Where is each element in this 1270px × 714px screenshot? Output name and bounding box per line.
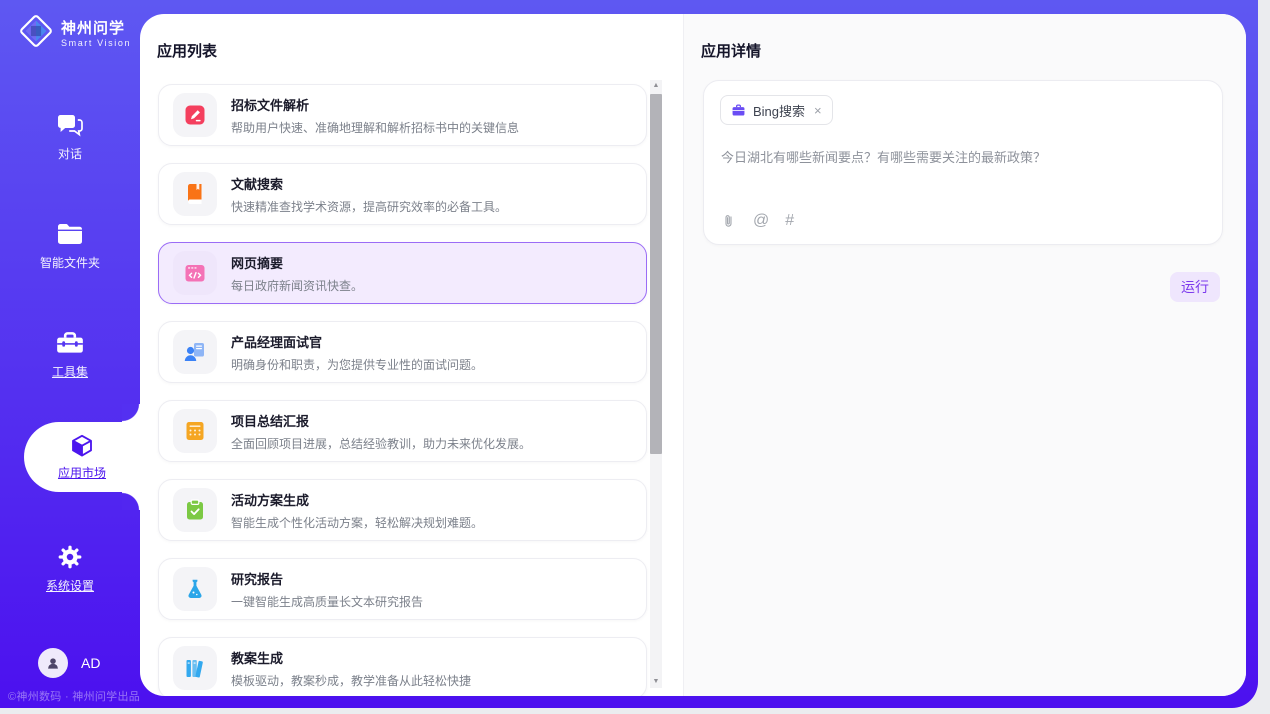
app-card-text: 网页摘要每日政府新闻资讯快查。 (231, 253, 363, 294)
sidebar-item-label: 应用市场 (58, 464, 106, 481)
app-card[interactable]: 教案生成模板驱动，教案秒成，教学准备从此轻松快捷 (158, 637, 647, 696)
research-flask-icon (173, 567, 217, 611)
chat-icon (0, 112, 140, 140)
app-card-text: 招标文件解析帮助用户快速、准确地理解和解析招标书中的关键信息 (231, 95, 519, 136)
sidebar-item-label: 工具集 (0, 363, 140, 380)
toolbox-icon (0, 330, 140, 358)
hash-icon[interactable]: # (785, 211, 794, 230)
app-card-title: 产品经理面试官 (231, 332, 483, 351)
interviewer-icon (173, 330, 217, 374)
avatar (38, 648, 68, 678)
app-card-title: 研究报告 (231, 569, 423, 588)
app-card-desc: 帮助用户快速、准确地理解和解析招标书中的关键信息 (231, 119, 519, 136)
app-card-text: 项目总结汇报全面回顾项目进展，总结经验教训，助力未来优化发展。 (231, 411, 531, 452)
app-card[interactable]: 项目总结汇报全面回顾项目进展，总结经验教训，助力未来优化发展。 (158, 400, 647, 462)
app-card-text: 活动方案生成智能生成个性化活动方案，轻松解决规划难题。 (231, 490, 483, 531)
sidebar-item-toolset[interactable]: 工具集 (0, 330, 140, 380)
at-icon[interactable]: @ (753, 211, 769, 230)
app-card-desc: 全面回顾项目进展，总结经验教训，助力未来优化发展。 (231, 435, 531, 452)
user-initials: AD (81, 655, 100, 671)
app-card-list: 招标文件解析帮助用户快速、准确地理解和解析招标书中的关键信息文献搜索快速精准查找… (158, 84, 647, 696)
cube-icon (69, 433, 95, 461)
app-list-title: 应用列表 (157, 40, 217, 61)
app-card-text: 教案生成模板驱动，教案秒成，教学准备从此轻松快捷 (231, 648, 471, 689)
app-card[interactable]: 网页摘要每日政府新闻资讯快查。 (158, 242, 647, 304)
webpage-code-icon (173, 251, 217, 295)
app-window: 神州问学 Smart Vision 对话智能文件夹工具集应用市场系统设置 AD … (0, 0, 1258, 708)
main-content: 应用列表 招标文件解析帮助用户快速、准确地理解和解析招标书中的关键信息文献搜索快… (140, 14, 1246, 696)
clipboard-check-icon (173, 488, 217, 532)
books-icon (173, 646, 217, 690)
app-card-title: 项目总结汇报 (231, 411, 531, 430)
briefcase-icon (731, 103, 746, 118)
app-card-desc: 智能生成个性化活动方案，轻松解决规划难题。 (231, 514, 483, 531)
tool-tag-label: Bing搜索 (753, 101, 805, 120)
app-card-desc: 模板驱动，教案秒成，教学准备从此轻松快捷 (231, 672, 471, 689)
app-card-title: 招标文件解析 (231, 95, 519, 114)
app-detail-title: 应用详情 (701, 40, 761, 61)
brand-tagline: Smart Vision (61, 38, 131, 48)
query-text[interactable]: 今日湖北有哪些新闻要点？有哪些需要关注的最新政策？ (721, 149, 1206, 167)
app-card[interactable]: 研究报告一键智能生成高质量长文本研究报告 (158, 558, 647, 620)
book-icon (173, 172, 217, 216)
scroll-down-icon[interactable]: ▼ (650, 676, 662, 688)
app-card[interactable]: 活动方案生成智能生成个性化活动方案，轻松解决规划难题。 (158, 479, 647, 541)
app-card-title: 文献搜索 (231, 174, 507, 193)
app-card-title: 网页摘要 (231, 253, 363, 272)
document-edit-icon (173, 93, 217, 137)
brand-logo: 神州问学 Smart Vision (18, 13, 131, 54)
folder-icon (0, 221, 140, 249)
tool-tag-bing[interactable]: Bing搜索 × (720, 95, 833, 125)
app-card-text: 文献搜索快速精准查找学术资源，提高研究效率的必备工具。 (231, 174, 507, 215)
run-button[interactable]: 运行 (1170, 272, 1220, 302)
sidebar-item-label: 智能文件夹 (0, 254, 140, 271)
summary-note-icon (173, 409, 217, 453)
query-card[interactable]: Bing搜索 × 今日湖北有哪些新闻要点？有哪些需要关注的最新政策？ @# (703, 80, 1223, 245)
copyright-text: ©神州数码 · 神州问学出品 (8, 688, 140, 704)
sidebar-item-market[interactable]: 应用市场 (24, 422, 140, 492)
scrollbar-thumb[interactable] (650, 94, 662, 454)
sidebar-item-chat[interactable]: 对话 (0, 112, 140, 162)
app-card-desc: 一键智能生成高质量长文本研究报告 (231, 593, 423, 610)
sidebar-item-folders[interactable]: 智能文件夹 (0, 221, 140, 271)
scroll-up-icon[interactable]: ▲ (650, 80, 662, 92)
app-list-panel: 应用列表 招标文件解析帮助用户快速、准确地理解和解析招标书中的关键信息文献搜索快… (140, 14, 683, 696)
app-card[interactable]: 招标文件解析帮助用户快速、准确地理解和解析招标书中的关键信息 (158, 84, 647, 146)
close-icon[interactable]: × (814, 103, 822, 118)
app-card[interactable]: 文献搜索快速精准查找学术资源，提高研究效率的必备工具。 (158, 163, 647, 225)
query-toolbar: @# (720, 211, 794, 230)
app-card-title: 活动方案生成 (231, 490, 483, 509)
user-profile[interactable]: AD (38, 648, 100, 678)
sidebar-item-label: 对话 (0, 145, 140, 162)
app-card-title: 教案生成 (231, 648, 471, 667)
sidebar-item-settings[interactable]: 系统设置 (0, 544, 140, 594)
gear-icon (0, 544, 140, 572)
diamond-logo-icon (18, 13, 54, 54)
app-card[interactable]: 产品经理面试官明确身份和职责，为您提供专业性的面试问题。 (158, 321, 647, 383)
paperclip-icon[interactable] (720, 211, 737, 230)
app-card-desc: 快速精准查找学术资源，提高研究效率的必备工具。 (231, 198, 507, 215)
app-card-text: 产品经理面试官明确身份和职责，为您提供专业性的面试问题。 (231, 332, 483, 373)
app-card-desc: 明确身份和职责，为您提供专业性的面试问题。 (231, 356, 483, 373)
sidebar: 神州问学 Smart Vision 对话智能文件夹工具集应用市场系统设置 AD … (0, 0, 140, 708)
scrollbar[interactable]: ▲ ▼ (650, 80, 662, 688)
app-card-text: 研究报告一键智能生成高质量长文本研究报告 (231, 569, 423, 610)
app-card-desc: 每日政府新闻资讯快查。 (231, 277, 363, 294)
app-detail-panel: 应用详情 Bing搜索 × 今日湖北有哪些新闻要点？有哪些需要关注的最新政策？ … (683, 14, 1246, 696)
sidebar-item-label: 系统设置 (0, 577, 140, 594)
brand-name: 神州问学 (61, 20, 131, 37)
